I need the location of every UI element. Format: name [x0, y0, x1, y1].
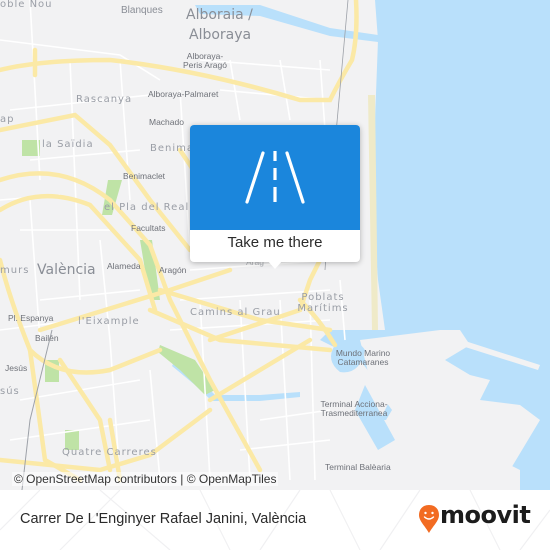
- label-line: Poblats: [301, 292, 345, 303]
- map-label-murs: murs: [0, 265, 30, 276]
- map-label-el-pla-del-real: el Pla del Real: [104, 202, 190, 213]
- map-label-machado: Machado: [149, 117, 184, 127]
- take-me-there-popup[interactable]: Take me there: [190, 125, 360, 269]
- label-line: Trasmediterranea: [320, 407, 388, 418]
- footer-bar: Carrer De L'Enginyer Rafael Janini, Valè…: [0, 490, 550, 550]
- map-label-alboraya-peris-arago: Alboraya- Peris Aragó: [182, 52, 228, 70]
- map-label-alboraia: Alboraia /: [186, 7, 253, 23]
- map-label-tavernes-blanques: Blanques: [121, 5, 163, 16]
- popup-header[interactable]: [190, 125, 360, 230]
- map-label-benimaclet: Benimaclet: [123, 171, 166, 181]
- map-label-camins-al-grau: Camins al Grau: [190, 307, 281, 318]
- take-me-there-button[interactable]: Take me there: [190, 234, 360, 251]
- map-label-valencia: València: [37, 262, 96, 278]
- map-label-terminal-acciona: Terminal Acciona- Trasmediterranea: [314, 400, 394, 418]
- map-attribution[interactable]: © OpenStreetMap contributors | © OpenMap…: [12, 472, 279, 486]
- popup-pointer: [267, 260, 283, 269]
- map-label-poblats-maritims: Poblats Marítims: [296, 292, 350, 314]
- map-label-benimaclet-district: Benima: [150, 143, 194, 154]
- map-label-mundo-marino: Mundo Marino Catamaranes: [330, 349, 396, 367]
- label-line: Peris Aragó: [183, 59, 227, 70]
- moovit-pin-icon: [419, 505, 439, 533]
- map-label-alameda: Alameda: [107, 261, 141, 271]
- label-line: Marítims: [297, 302, 349, 314]
- map-label-aragon: Aragón: [159, 265, 187, 275]
- map-label-quatre-carreres: Quatre Carreres: [62, 447, 157, 458]
- map-view[interactable]: oble Nou Blanques Alboraia / Alboraya Al…: [0, 0, 550, 490]
- map-label-terminal-balearia: Terminal Balèaria: [325, 462, 391, 472]
- road-icon: [245, 151, 305, 204]
- map-label-jesus-station: Jesús: [5, 363, 28, 373]
- map-label-pl-espanya: Pl. Espanya: [8, 313, 54, 323]
- map-label-bailen: Bailén: [35, 333, 59, 343]
- map-label-la-saidia: la Saïdia: [42, 139, 94, 150]
- map-label-rascanya: Rascanya: [76, 94, 133, 105]
- map-label-facultats: Facultats: [131, 223, 166, 233]
- location-title: Carrer De L'Enginyer Rafael Janini, Valè…: [20, 511, 307, 527]
- moovit-wordmark: moovit: [440, 501, 531, 529]
- map-label-alboraya: Alboraya: [189, 27, 252, 43]
- map-label-alboraya-palmaret: Alboraya-Palmaret: [148, 89, 219, 99]
- label-line: Catamaranes: [337, 356, 389, 367]
- map-label-jesus-district: sús: [0, 386, 20, 397]
- map-label-ap: ap: [0, 114, 15, 125]
- map-label-poble-nou: oble Nou: [0, 0, 53, 10]
- map-label-eixample: l'Eixample: [78, 316, 140, 327]
